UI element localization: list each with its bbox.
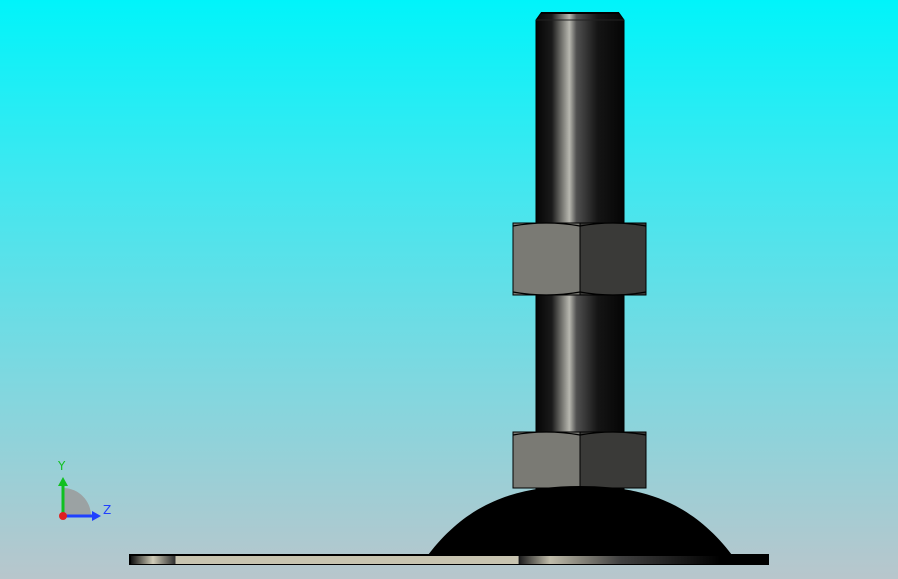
- lower-hex-nut[interactable]: [512, 431, 647, 489]
- dome-base[interactable]: [428, 486, 732, 555]
- orientation-triad[interactable]: [58, 477, 101, 521]
- triad-plane-icon: [63, 488, 91, 516]
- model-scene[interactable]: [0, 0, 898, 579]
- axis-z-label: Z: [103, 503, 112, 517]
- base-plate[interactable]: [129, 554, 769, 565]
- graphics-viewport[interactable]: Y Z: [0, 0, 898, 579]
- triad-origin-icon: [59, 512, 67, 520]
- z-axis-arrowhead: [92, 511, 101, 521]
- y-axis-arrowhead: [58, 477, 68, 486]
- upper-hex-nut[interactable]: [512, 222, 647, 296]
- axis-y-label: Y: [58, 459, 66, 473]
